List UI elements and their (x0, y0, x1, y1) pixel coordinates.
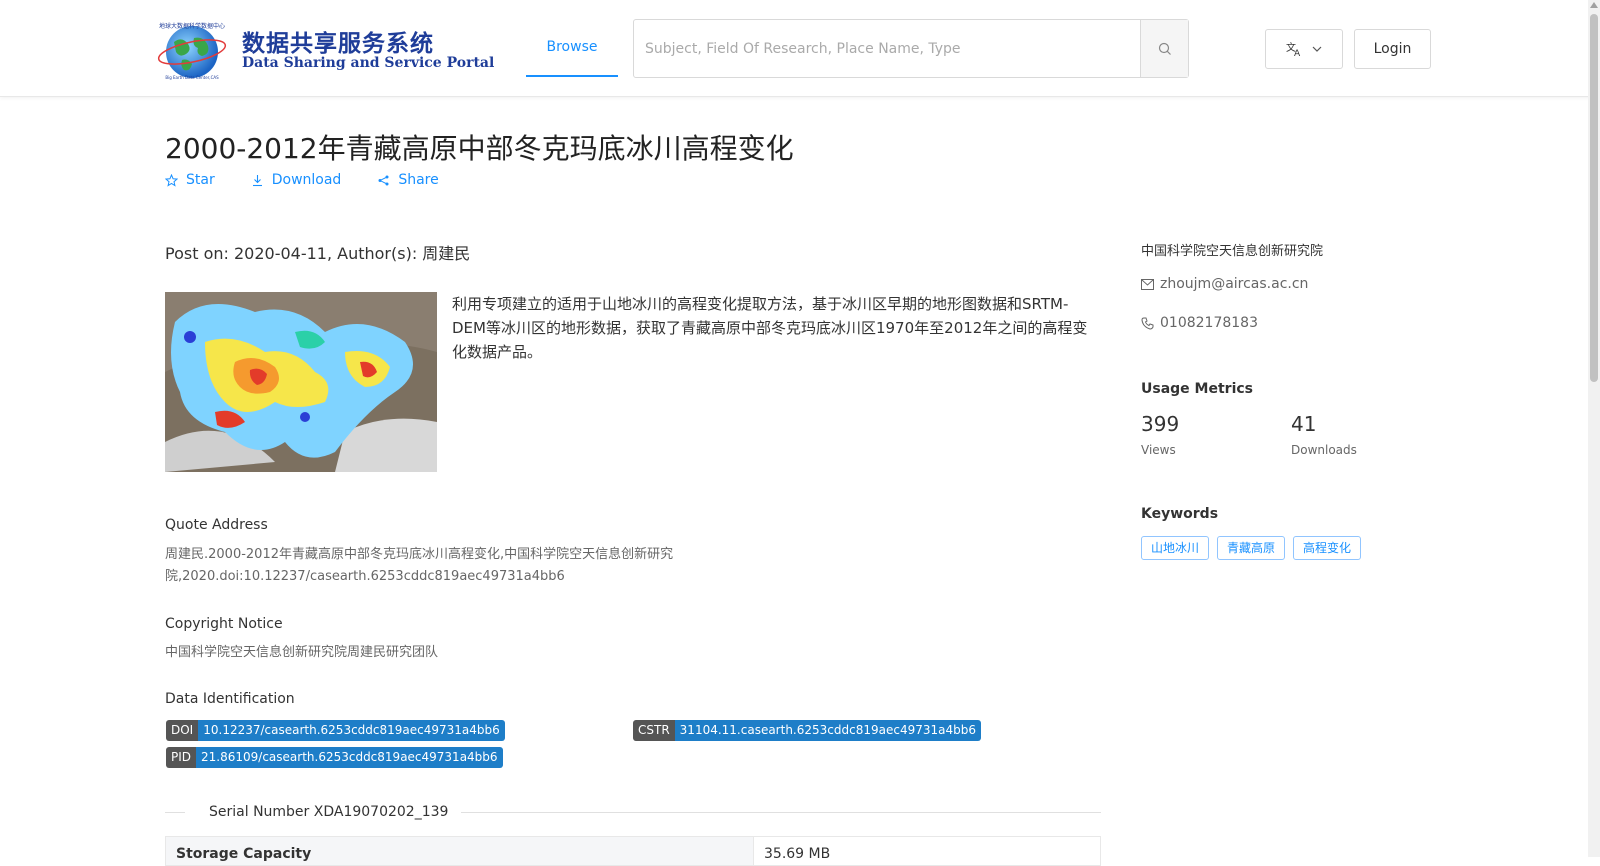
star-button[interactable]: Star (165, 172, 215, 188)
logo-ring-text: 地球大数据科学数据中心 (159, 22, 225, 30)
dataset-thumbnail[interactable] (165, 292, 437, 472)
search-input[interactable] (634, 20, 1141, 77)
top-header: 地球大数据科学数据中心 Big Earth Data Center,CAS 数据… (0, 0, 1600, 97)
search-box (633, 19, 1189, 78)
data-identification-label: Data Identification (165, 691, 295, 707)
serial-number: Serial Number XDA19070202_139 (205, 804, 453, 820)
copyright-label: Copyright Notice (165, 616, 283, 632)
downloads-label: Downloads (1291, 443, 1357, 457)
doi-value: 10.12237/casearth.6253cddc819aec49731a4b… (198, 720, 505, 741)
storage-capacity-label: Storage Capacity (166, 837, 753, 865)
mail-icon (1141, 278, 1154, 290)
keyword-tag[interactable]: 山地冰川 (1141, 536, 1210, 560)
search-button[interactable] (1140, 20, 1188, 77)
post-date-author: Post on: 2020-04-11, Author(s): 周建民 (165, 244, 471, 263)
logo-title-en: Data Sharing and Service Portal (242, 55, 495, 71)
search-icon (1158, 42, 1171, 55)
copyright-text: 中国科学院空天信息创新研究院周建民研究团队 (165, 645, 439, 660)
pid-key: PID (166, 747, 197, 768)
download-button[interactable]: Download (251, 172, 342, 188)
star-label: Star (186, 172, 215, 188)
dataset-title: 2000-2012年青藏高原中部冬克玛底冰川高程变化 (165, 132, 794, 165)
keywords-title: Keywords (1141, 506, 1219, 522)
pid-value: 21.86109/casearth.6253cddc819aec49731a4b… (196, 747, 503, 768)
contact-email[interactable]: zhoujm@aircas.ac.cn (1141, 276, 1308, 292)
share-button[interactable]: Share (377, 172, 439, 188)
nav-browse-tab[interactable]: Browse (526, 18, 618, 77)
dataset-actions: Star Download Share (165, 172, 439, 188)
page-scrollbar[interactable] (1588, 0, 1600, 857)
cstr-badge[interactable]: CSTR 31104.11.casearth.6253cddc819aec497… (633, 720, 981, 741)
download-icon (252, 174, 262, 186)
svg-text:A: A (1294, 49, 1301, 57)
quote-address-text: 周建民.2000-2012年青藏高原中部冬克玛底冰川高程变化,中国科学院空天信息… (165, 547, 674, 584)
contact-phone: 01082178183 (1141, 315, 1258, 331)
share-label: Share (398, 172, 439, 188)
keyword-tag[interactable]: 高程变化 (1293, 536, 1362, 560)
serial-number-divider: Serial Number XDA19070202_139 (165, 804, 1101, 820)
logo-ring-text-bottom: Big Earth Data Center,CAS (165, 75, 219, 80)
download-label: Download (271, 172, 342, 188)
views-label: Views (1141, 443, 1176, 457)
language-switcher[interactable]: 文 A (1265, 29, 1343, 69)
storage-capacity-value: 35.69 MB (753, 837, 1100, 865)
metadata-table-row: Storage Capacity 35.69 MB (165, 836, 1101, 866)
doi-key: DOI (166, 720, 199, 741)
logo-title-cn: 数据共享服务系统 (242, 31, 434, 57)
translate-icon: 文 A (1286, 41, 1301, 57)
chevron-down-icon (1312, 46, 1322, 52)
globe-logo-icon: 地球大数据科学数据中心 Big Earth Data Center,CAS (157, 22, 227, 80)
scrollbar-thumb[interactable] (1590, 14, 1598, 382)
phone-icon (1141, 317, 1154, 330)
downloads-count: 41 (1291, 412, 1317, 436)
cstr-value: 31104.11.casearth.6253cddc819aec49731a4b… (674, 720, 981, 741)
pid-badge[interactable]: PID 21.86109/casearth.6253cddc819aec4973… (166, 747, 503, 768)
institution-name: 中国科学院空天信息创新研究院 (1141, 244, 1324, 259)
divider-line-left (165, 812, 185, 813)
portal-logo[interactable]: 地球大数据科学数据中心 Big Earth Data Center,CAS 数据… (152, 20, 494, 80)
phone-text: 01082178183 (1160, 315, 1258, 331)
views-count: 399 (1141, 412, 1180, 436)
login-button[interactable]: Login (1354, 29, 1431, 69)
share-icon (378, 175, 389, 185)
quote-address-label: Quote Address (165, 517, 268, 533)
dataset-description: 利用专项建立的适用于山地冰川的高程变化提取方法，基于冰川区早期的地形图数据和SR… (452, 295, 1088, 361)
keyword-tag[interactable]: 青藏高原 (1217, 536, 1286, 560)
scroll-up-arrow-icon[interactable] (1590, 2, 1598, 8)
star-icon (165, 173, 178, 187)
email-text: zhoujm@aircas.ac.cn (1160, 276, 1309, 292)
usage-metrics-title: Usage Metrics (1141, 381, 1253, 397)
cstr-key: CSTR (633, 720, 675, 741)
doi-badge[interactable]: DOI 10.12237/casearth.6253cddc819aec4973… (166, 720, 505, 741)
divider-line-right (461, 812, 1101, 813)
